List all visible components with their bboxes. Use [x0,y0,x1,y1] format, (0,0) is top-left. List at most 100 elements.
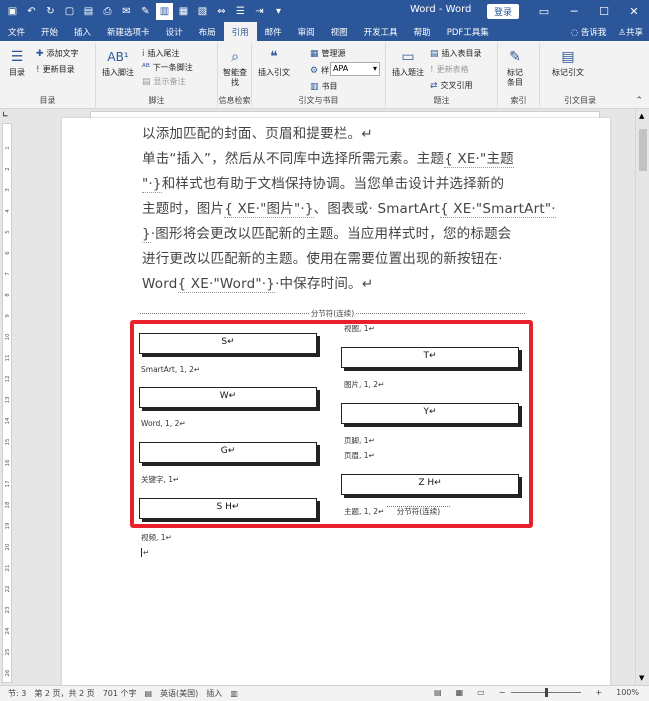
spacing-icon[interactable]: ⇔ [213,3,230,20]
print-preview-icon[interactable]: ⎙ [99,3,116,20]
next-footnote-button[interactable]: ᴬᴮ 下一条脚注 [142,62,193,73]
zoom-level[interactable]: 100% [616,688,639,697]
manage-sources-button[interactable]: ▦ 管理源 [310,48,346,59]
vertical-scrollbar[interactable]: ▲ ▼ [635,109,649,685]
scroll-thumb[interactable] [639,129,647,171]
search-icon: ⌕ [231,49,239,65]
tab-8[interactable]: 审阅 [290,22,323,41]
tab-2[interactable]: 插入 [66,22,99,41]
update-toc-label: 更新目录 [42,65,75,74]
share-button[interactable]: ♙共享 [618,26,643,38]
minimize-icon[interactable]: ─ [559,0,589,22]
person-icon: ♙ [618,27,626,38]
ruler-tick: 6 [5,251,11,255]
style-dropdown[interactable]: APA ▾ [330,62,380,76]
maximize-icon[interactable]: ☐ [589,0,619,22]
paragraph-line: 以添加匹配的封面、页眉和提要栏。↵ [142,126,373,142]
mark-entry-button[interactable]: ✎ 标记条目 [504,47,526,88]
tab-10[interactable]: 开发工具 [356,22,406,41]
mark-citation-button[interactable]: ▤ 标记引文 [552,47,584,78]
format-painter-icon[interactable]: ✎ [137,3,154,20]
indent-icon[interactable]: ⇥ [251,3,268,20]
table-icon[interactable]: ▥ [156,2,173,20]
customize-icon[interactable]: ▾ [270,3,287,20]
ruler-tick: 1 [5,146,11,150]
tab-7[interactable]: 邮件 [257,22,290,41]
index-heading: G↵ [139,442,317,463]
zoom-slider[interactable] [511,688,582,697]
index-heading: Z H↵ [341,474,519,495]
ribbon-display-icon[interactable]: ▭ [529,0,559,22]
ruler-tick: 22 [5,585,11,593]
collapse-ribbon-icon[interactable]: ⌃ [635,96,643,106]
tab-3[interactable]: 新建选项卡 [99,22,158,41]
language-indicator[interactable]: 英语(美国) [160,688,198,699]
tab-1[interactable]: 开始 [33,22,66,41]
mark-entry-label: 标记条目 [507,68,523,87]
tell-me-label: 告诉我 [580,27,607,38]
vertical-ruler-area[interactable]: 1 2 3 4 5 6 7 8 9 10 11 12 13 14 15 16 17 18 19 20 21 22 23 24 2… [2,123,12,683]
word-count[interactable]: 701 个字 [103,688,137,699]
cross-ref-button[interactable]: ⇄ 交叉引用 [430,80,473,91]
toc-button[interactable]: ☰ 目录 [6,47,28,78]
save-icon[interactable]: ▣ [4,3,21,20]
bullet-icon[interactable]: ☰ [232,3,249,20]
insert-caption-button[interactable]: ▭ 插入题注 [392,47,424,78]
open-icon[interactable]: ▤ [80,3,97,20]
scroll-down-icon[interactable]: ▼ [639,674,644,682]
zoom-out-icon[interactable]: − [499,688,506,697]
tab-0[interactable]: 文件 [0,22,33,41]
email-icon[interactable]: ✉ [118,3,135,20]
redo-icon[interactable]: ↻ [42,3,59,20]
page-indicator[interactable]: 第 2 页，共 2 页 [34,688,94,699]
login-button[interactable]: 登录 [487,4,520,19]
insert-mode[interactable]: 插入 [206,688,222,699]
scroll-up-icon[interactable]: ▲ [639,112,644,120]
undo-icon[interactable]: ↶ [23,3,40,20]
toc-label: 目录 [9,68,25,77]
insert-tof-button[interactable]: ▤ 插入表目录 [430,48,482,59]
read-mode-icon[interactable]: ▤ [434,688,442,697]
bibliography-button[interactable]: ▥ 书目 [310,81,338,92]
close-icon[interactable]: ✕ [619,0,649,22]
endnote-icon: ⅰ [142,48,145,59]
macro-icon[interactable]: ▤ [145,689,153,698]
tab-5[interactable]: 布局 [191,22,224,41]
tab-12[interactable]: PDF工具集 [439,22,497,41]
section-break-inline: 分节符(连续) [386,506,451,516]
insert-footnote-button[interactable]: AB¹ 插入脚注 [102,47,134,78]
tab-11[interactable]: 帮助 [406,22,439,41]
index-heading: T↵ [341,347,519,368]
page-layout-icon[interactable]: ▦ [175,3,192,20]
zoom-knob[interactable] [545,688,549,697]
bibliography-icon: ▥ [310,81,319,92]
tab-4[interactable]: 设计 [158,22,191,41]
web-layout-icon[interactable]: ▭ [477,688,485,697]
image-icon[interactable]: ▧ [194,3,211,20]
next-footnote-icon: ᴬᴮ [142,62,150,73]
group-footnote: AB¹ 插入脚注 ⅰ 插入尾注 ᴬᴮ 下一条脚注 ▤ 显示备注 脚注 [96,43,218,107]
tab-9[interactable]: 视图 [323,22,356,41]
section-indicator[interactable]: 节: 3 [8,688,26,699]
ruler-tick: 4 [5,209,11,213]
zoom-in-icon[interactable]: + [595,688,602,697]
tab-selector-icon[interactable]: ∟ [2,110,9,119]
update-table-button[interactable]: ! 更新表格 [430,64,469,75]
insert-endnote-button[interactable]: ⅰ 插入尾注 [142,48,180,59]
xe-field: { XE·"图片"·} [224,201,314,218]
tof-icon: ▤ [430,48,439,59]
tab-6[interactable]: 引用 [223,22,257,41]
paragraph-line: "·}和样式也有助于文档保持协调。当您单击设计并选择新的 [142,172,522,197]
add-text-button[interactable]: ✚ 添加文字 [36,48,79,59]
show-notes-button[interactable]: ▤ 显示备注 [142,76,186,87]
update-toc-button[interactable]: ! 更新目录 [36,64,75,75]
new-doc-icon[interactable]: ▢ [61,3,78,20]
layout-icon[interactable]: ▥ [230,689,238,698]
document-body[interactable]: 以添加匹配的封面、页眉和提要栏。↵ 单击“插入”，然后从不同库中选择所需元素。主… [142,122,556,297]
print-layout-icon[interactable]: ▦ [456,688,464,697]
title-bar: ▣ ↶ ↻ ▢ ▤ ⎙ ✉ ✎ ▥ ▦ ▧ ⇔ ☰ ⇥ ▾ Word - Wor… [0,0,649,22]
tell-me-button[interactable]: ◌ 告诉我 [571,26,607,38]
insert-citation-button[interactable]: ❝ 插入引文 [258,47,290,78]
smart-lookup-button[interactable]: ⌕ 智能查找 [222,47,248,88]
insert-caption-label: 插入题注 [392,68,424,77]
